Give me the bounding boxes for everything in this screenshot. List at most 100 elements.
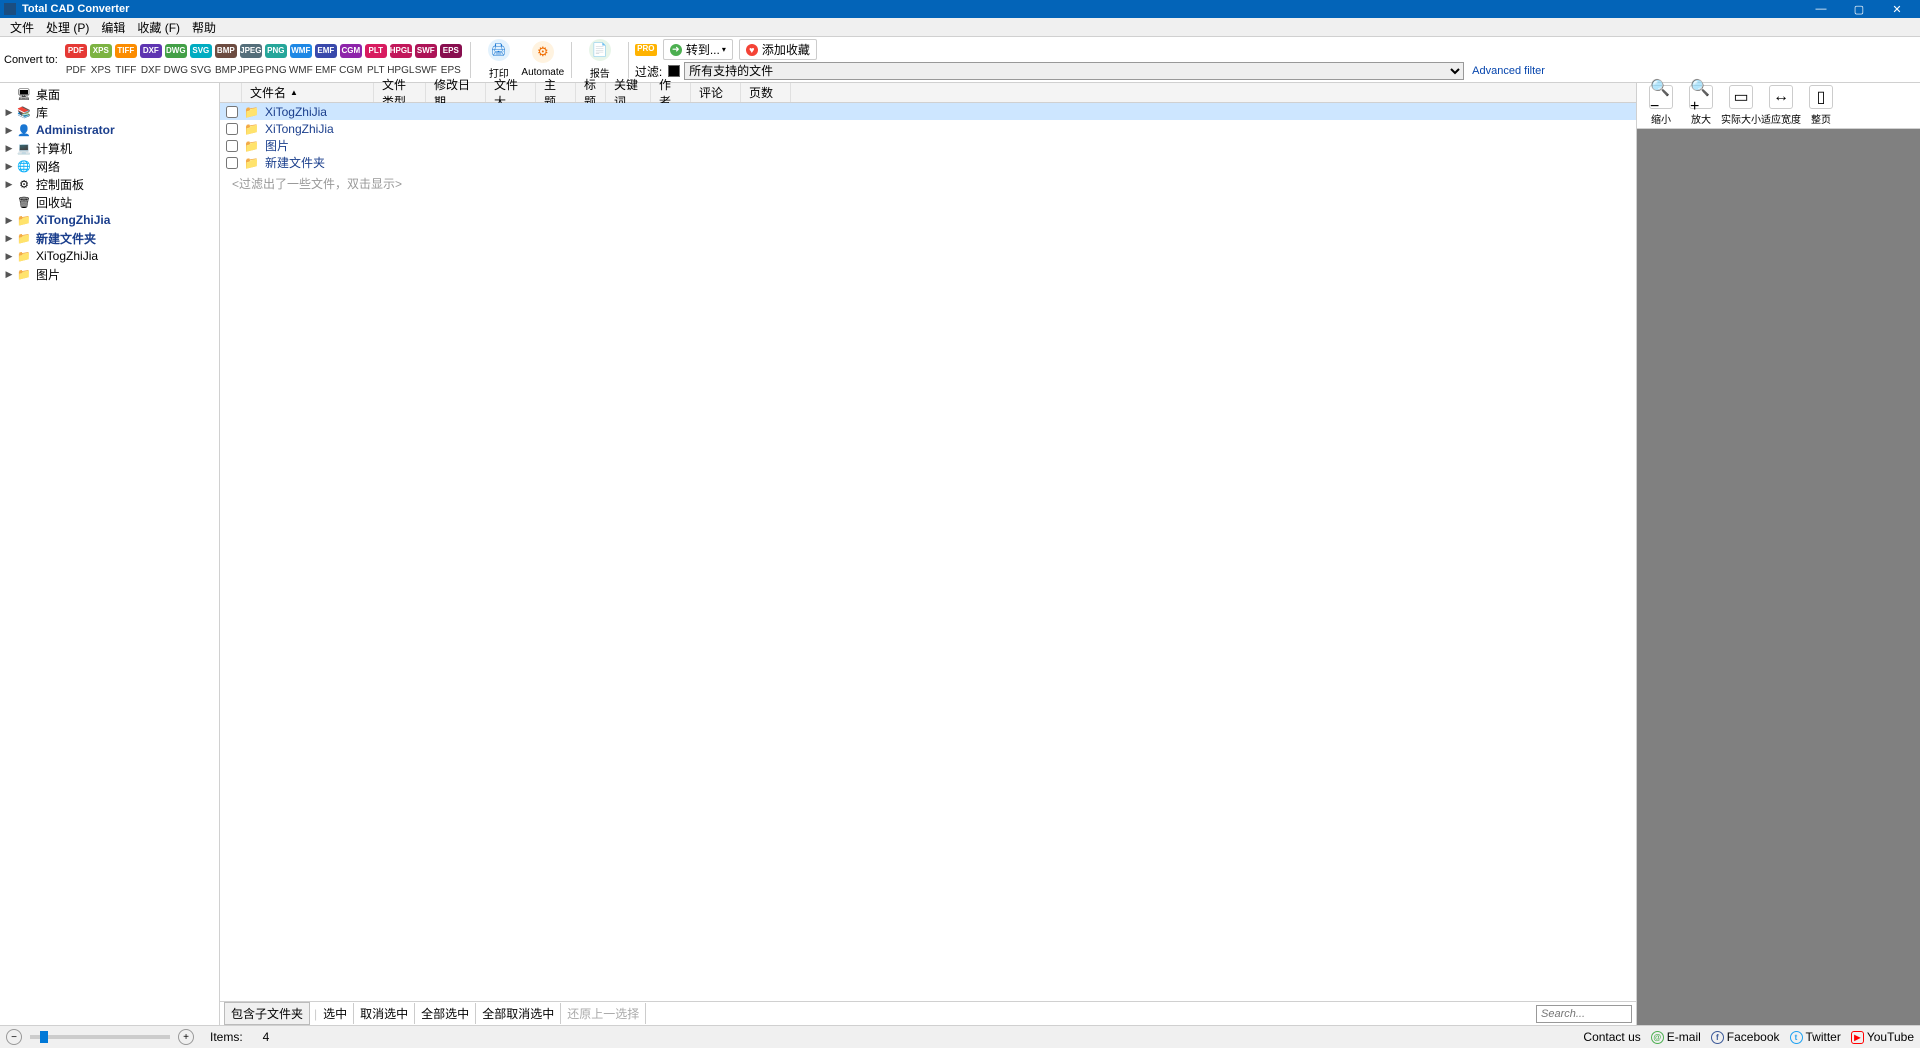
tree-item[interactable]: ▶📚库 xyxy=(0,103,219,121)
folder-tree[interactable]: 🖥桌面▶📚库▶👤Administrator▶💻计算机▶🌐网络▶⚙控制面板🗑回收站… xyxy=(0,83,220,1025)
format-eps-button[interactable]: EPSEPS xyxy=(439,44,463,76)
user-icon: 👤 xyxy=(16,123,32,137)
expand-icon[interactable]: ▶ xyxy=(4,179,14,190)
tree-item[interactable]: 🗑回收站 xyxy=(0,193,219,211)
automate-button[interactable]: ⚙ Automate xyxy=(521,41,565,78)
tree-item-label: 桌面 xyxy=(36,86,60,103)
slider-thumb[interactable] xyxy=(40,1031,48,1043)
format-hpgl-button[interactable]: HPGLHPGL xyxy=(389,44,413,76)
expand-icon[interactable]: ▶ xyxy=(4,143,14,154)
advanced-filter-link[interactable]: Advanced filter xyxy=(1472,65,1545,77)
col-comments[interactable]: 评论 xyxy=(691,83,741,102)
file-row[interactable]: 📁新建文件夹 xyxy=(220,154,1636,171)
col-filename[interactable]: 文件名▲ xyxy=(242,83,374,102)
zoom-slider[interactable] xyxy=(30,1035,170,1039)
format-plt-button[interactable]: PLTPLT xyxy=(364,44,388,76)
format-swf-button[interactable]: SWFSWF xyxy=(414,44,438,76)
report-button[interactable]: 📄 报告 xyxy=(578,39,622,80)
print-button[interactable]: 🖨 打印 xyxy=(477,39,521,80)
row-checkbox[interactable] xyxy=(226,123,238,135)
tree-item-label: 库 xyxy=(36,104,48,121)
format-png-button[interactable]: PNGPNG xyxy=(264,44,288,76)
youtube-link[interactable]: ▶YouTube xyxy=(1851,1030,1914,1044)
tree-item-label: 控制面板 xyxy=(36,176,84,193)
include-subfolders-button[interactable]: 包含子文件夹 xyxy=(224,1002,310,1025)
tree-item[interactable]: ▶📁新建文件夹 xyxy=(0,229,219,247)
expand-icon[interactable]: ▶ xyxy=(4,107,14,118)
row-checkbox[interactable] xyxy=(226,106,238,118)
format-wmf-button[interactable]: WMFWMF xyxy=(289,44,313,76)
tree-item[interactable]: ▶⚙控制面板 xyxy=(0,175,219,193)
add-favorite-button[interactable]: ♥ 添加收藏 xyxy=(739,39,817,60)
format-jpeg-button[interactable]: JPEGJPEG xyxy=(239,44,263,76)
col-type[interactable]: 文件类型 xyxy=(374,83,426,102)
format-xps-button[interactable]: XPSXPS xyxy=(89,44,113,76)
col-date[interactable]: 修改日期 xyxy=(426,83,486,102)
col-title[interactable]: 标题 xyxy=(576,83,606,102)
preview-缩小-button[interactable]: 🔍−缩小 xyxy=(1641,85,1681,126)
goto-button[interactable]: ➜ 转到...▾ xyxy=(663,39,733,60)
menu-edit[interactable]: 编辑 xyxy=(95,17,131,38)
email-link[interactable]: @E-mail xyxy=(1651,1030,1701,1044)
tree-item[interactable]: ▶👤Administrator xyxy=(0,121,219,139)
contact-us-link[interactable]: Contact us xyxy=(1583,1030,1640,1044)
format-bmp-button[interactable]: BMPBMP xyxy=(214,44,238,76)
expand-icon[interactable]: ▶ xyxy=(4,251,14,262)
zoom-out-button[interactable]: − xyxy=(6,1029,22,1045)
uncheck-all-button[interactable]: 全部取消选中 xyxy=(476,1003,561,1024)
expand-icon[interactable]: ▶ xyxy=(4,233,14,244)
format-svg-button[interactable]: SVGSVG xyxy=(189,44,213,76)
facebook-link[interactable]: fFacebook xyxy=(1711,1030,1780,1044)
tree-item[interactable]: ▶📁图片 xyxy=(0,265,219,283)
expand-icon[interactable]: ▶ xyxy=(4,215,14,226)
file-row[interactable]: 📁图片 xyxy=(220,137,1636,154)
expand-icon[interactable]: ▶ xyxy=(4,125,14,136)
close-button[interactable]: ✕ xyxy=(1878,0,1916,18)
maximize-button[interactable]: ▢ xyxy=(1840,0,1878,18)
col-subject[interactable]: 主题 xyxy=(536,83,576,102)
row-checkbox[interactable] xyxy=(226,140,238,152)
menu-help[interactable]: 帮助 xyxy=(186,17,222,38)
tree-item[interactable]: ▶💻计算机 xyxy=(0,139,219,157)
expand-icon[interactable]: ▶ xyxy=(4,161,14,172)
col-size[interactable]: 文件大... xyxy=(486,83,536,102)
menu-favorites[interactable]: 收藏 (F) xyxy=(131,17,186,38)
filter-hint[interactable]: <过滤出了一些文件，双击显示> xyxy=(220,171,1636,196)
format-badge: BMP xyxy=(215,44,237,58)
uncheck-button[interactable]: 取消选中 xyxy=(354,1003,415,1024)
folder-icon: 📁 xyxy=(16,267,32,281)
format-badge: PLT xyxy=(365,44,387,58)
minimize-button[interactable]: — xyxy=(1802,0,1840,18)
tree-item[interactable]: ▶📁XiTogZhiJia xyxy=(0,247,219,265)
file-list[interactable]: 📁XiTogZhiJia📁XiTongZhiJia📁图片📁新建文件夹<过滤出了一… xyxy=(220,103,1636,1001)
row-checkbox[interactable] xyxy=(226,157,238,169)
format-pdf-button[interactable]: PDFPDF xyxy=(64,44,88,76)
preview-实际大小-button[interactable]: ▭实际大小 xyxy=(1721,85,1761,126)
tree-item[interactable]: ▶🌐网络 xyxy=(0,157,219,175)
preview-适应宽度-button[interactable]: ↔适应宽度 xyxy=(1761,85,1801,126)
format-dwg-button[interactable]: DWGDWG xyxy=(164,44,188,76)
zoom-in-button[interactable]: + xyxy=(178,1029,194,1045)
check-all-button[interactable]: 全部选中 xyxy=(415,1003,476,1024)
menu-process[interactable]: 处理 (P) xyxy=(40,17,95,38)
restore-selection-button[interactable]: 还原上一选择 xyxy=(561,1003,646,1024)
check-button[interactable]: 选中 xyxy=(317,1003,354,1024)
tree-item[interactable]: 🖥桌面 xyxy=(0,85,219,103)
expand-icon[interactable]: ▶ xyxy=(4,269,14,280)
tree-item[interactable]: ▶📁XiTongZhiJia xyxy=(0,211,219,229)
format-emf-button[interactable]: EMFEMF xyxy=(314,44,338,76)
filter-dropdown[interactable]: 所有支持的文件 xyxy=(684,62,1464,80)
col-author[interactable]: 作者 xyxy=(651,83,691,102)
file-row[interactable]: 📁XiTogZhiJia xyxy=(220,103,1636,120)
twitter-link[interactable]: tTwitter xyxy=(1790,1030,1841,1044)
preview-整页-button[interactable]: ▯整页 xyxy=(1801,85,1841,126)
search-input[interactable] xyxy=(1536,1005,1632,1023)
preview-放大-button[interactable]: 🔍+放大 xyxy=(1681,85,1721,126)
menu-file[interactable]: 文件 xyxy=(4,17,40,38)
col-keywords[interactable]: 关键词 xyxy=(606,83,651,102)
file-row[interactable]: 📁XiTongZhiJia xyxy=(220,120,1636,137)
format-cgm-button[interactable]: CGMCGM xyxy=(339,44,363,76)
format-dxf-button[interactable]: DXFDXF xyxy=(139,44,163,76)
col-pages[interactable]: 页数 xyxy=(741,83,791,102)
format-tiff-button[interactable]: TIFFTIFF xyxy=(114,44,138,76)
